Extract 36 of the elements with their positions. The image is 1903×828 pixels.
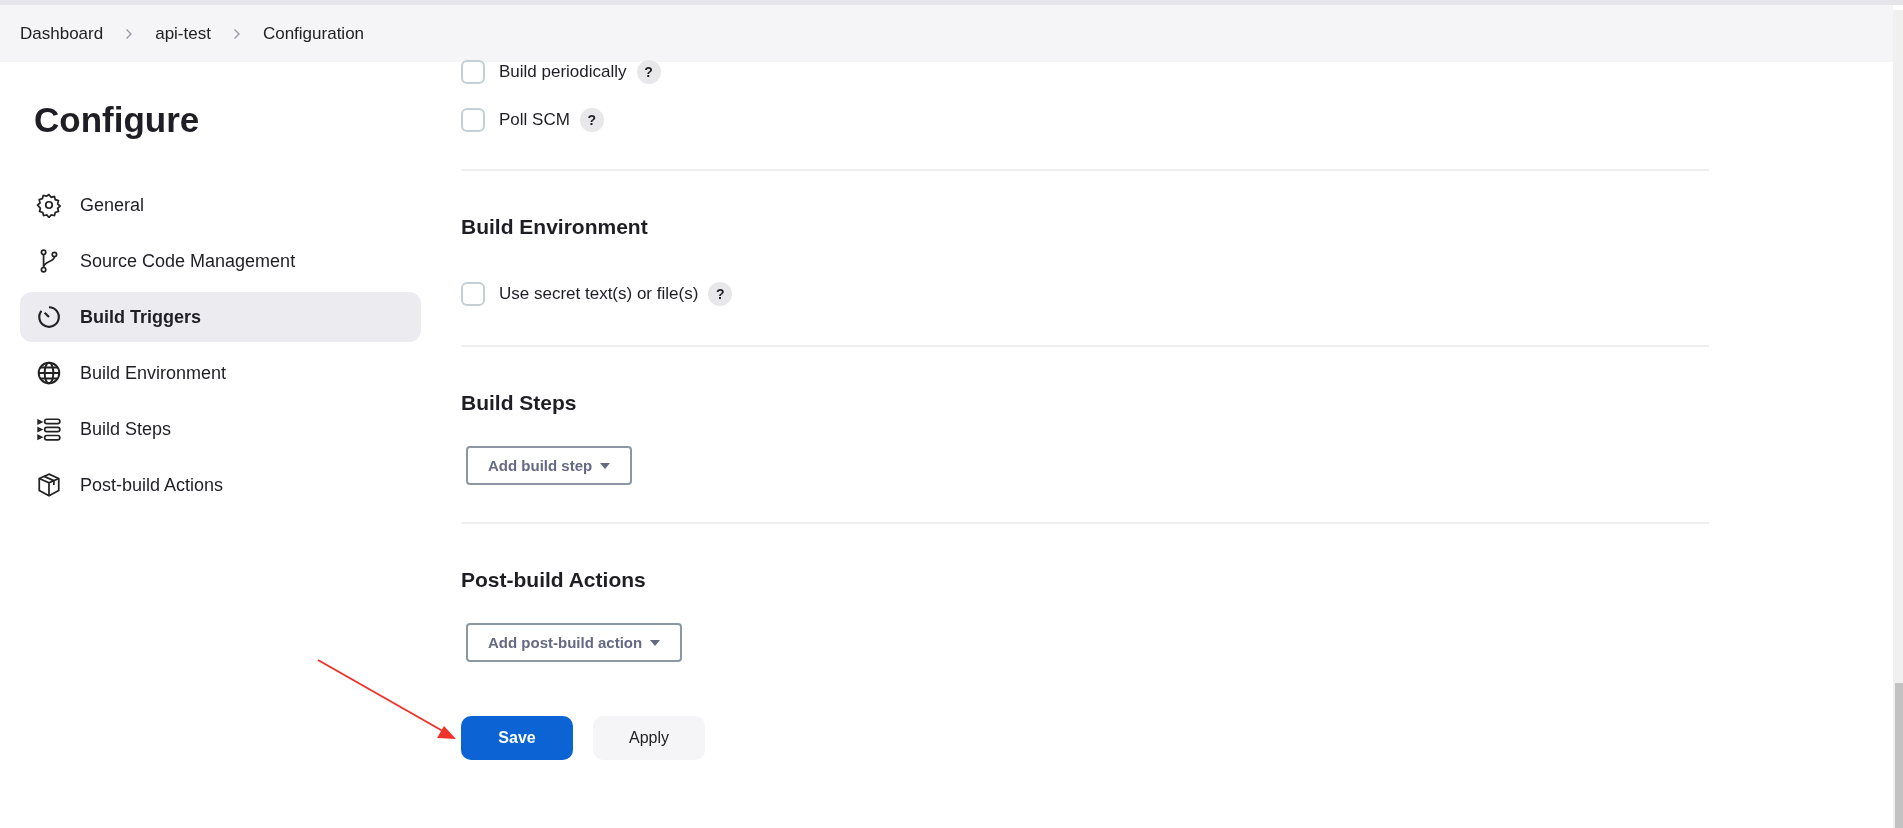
sidebar-item[interactable]: Build Triggers (20, 292, 421, 342)
sidebar-item[interactable]: Source Code Management (20, 236, 421, 286)
list-icon (36, 416, 62, 442)
breadcrumb-link[interactable]: api-test (155, 23, 211, 44)
checkbox[interactable] (461, 282, 485, 306)
timer-icon (36, 304, 62, 330)
caret-icon (600, 462, 611, 469)
package-icon (36, 472, 62, 498)
dropdown-button[interactable]: Add build step (466, 446, 633, 485)
section-heading: Build Environment (461, 215, 649, 239)
sidebar-item[interactable]: General (20, 180, 421, 230)
section-heading: Post-build Actions (461, 568, 647, 592)
apply-button[interactable]: Apply (593, 716, 705, 760)
globe-icon (36, 360, 62, 386)
sidebar-item[interactable]: Build Environment (20, 348, 421, 398)
checkbox-label[interactable]: Poll SCM (499, 110, 570, 130)
help-icon[interactable]: ? (708, 282, 733, 306)
scrollbar[interactable] (1893, 10, 1903, 828)
checkbox-label[interactable]: Use secret text(s) or file(s) (499, 284, 699, 304)
chevron-right-icon (125, 27, 134, 40)
caret-icon (650, 639, 661, 646)
checkbox[interactable] (461, 60, 485, 84)
dropdown-button[interactable]: Add post-build action (466, 623, 683, 662)
page-title: Configure (34, 100, 201, 140)
checkbox-label[interactable]: Build periodically (499, 62, 627, 82)
sidebar-item[interactable]: Build Steps (20, 404, 421, 454)
save-button[interactable]: Save (461, 716, 573, 760)
chevron-right-icon (232, 27, 241, 40)
checkbox[interactable] (461, 108, 485, 132)
breadcrumb-link[interactable]: Dashboard (20, 23, 104, 44)
settings-icon (36, 192, 62, 218)
help-icon[interactable]: ? (636, 60, 661, 84)
help-icon[interactable]: ? (579, 108, 604, 132)
section-heading: Build Steps (461, 391, 578, 415)
breadcrumb-link[interactable]: Configuration (262, 23, 365, 44)
sidebar-item[interactable]: Post-build Actions (20, 460, 421, 510)
